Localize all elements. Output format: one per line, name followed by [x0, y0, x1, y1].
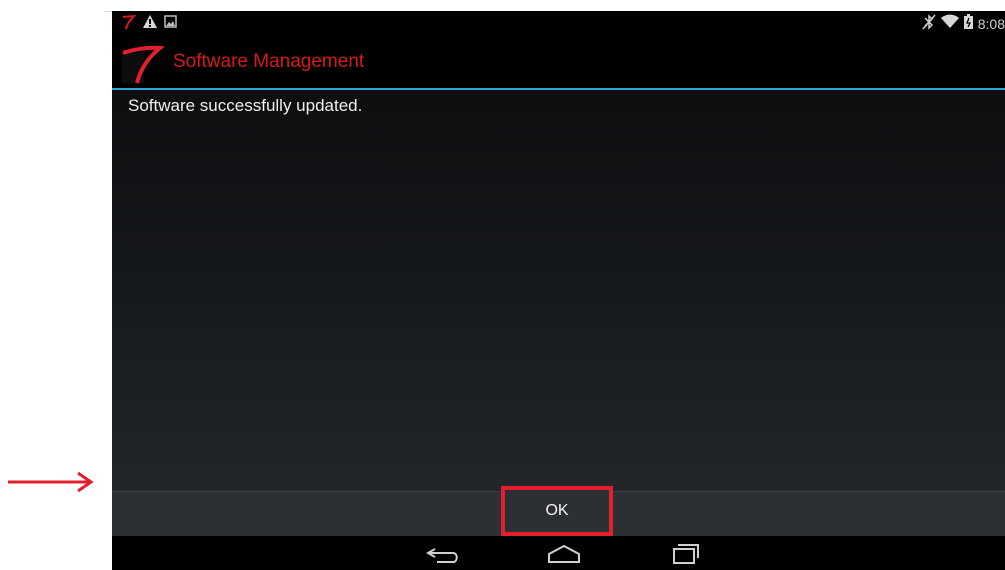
app-notification-icon	[122, 14, 137, 35]
device-screen: 8:08 Software Management Software succes…	[112, 11, 1005, 570]
app-title: Software Management	[173, 51, 365, 72]
back-icon[interactable]	[425, 542, 461, 566]
recent-apps-icon[interactable]	[667, 542, 703, 566]
home-icon[interactable]	[546, 542, 582, 566]
battery-icon	[963, 14, 973, 34]
image-icon	[164, 15, 177, 33]
status-message: Software successfully updated.	[128, 96, 363, 115]
status-bar: 8:08	[112, 11, 1005, 38]
dialog-content: Software successfully updated.	[112, 90, 1005, 491]
right-arrow-icon	[6, 468, 96, 496]
clock: 8:08	[977, 16, 1005, 32]
dialog-button-bar: OK	[112, 486, 1005, 536]
bluetooth-off-icon	[922, 13, 936, 35]
navigation-bar	[112, 536, 1005, 570]
action-bar: Software Management	[112, 38, 1005, 88]
app-logo-icon	[120, 43, 166, 85]
ok-button[interactable]: OK	[501, 486, 613, 536]
warning-icon	[142, 14, 158, 34]
ok-button-label: OK	[545, 502, 569, 519]
wifi-icon	[940, 14, 959, 34]
